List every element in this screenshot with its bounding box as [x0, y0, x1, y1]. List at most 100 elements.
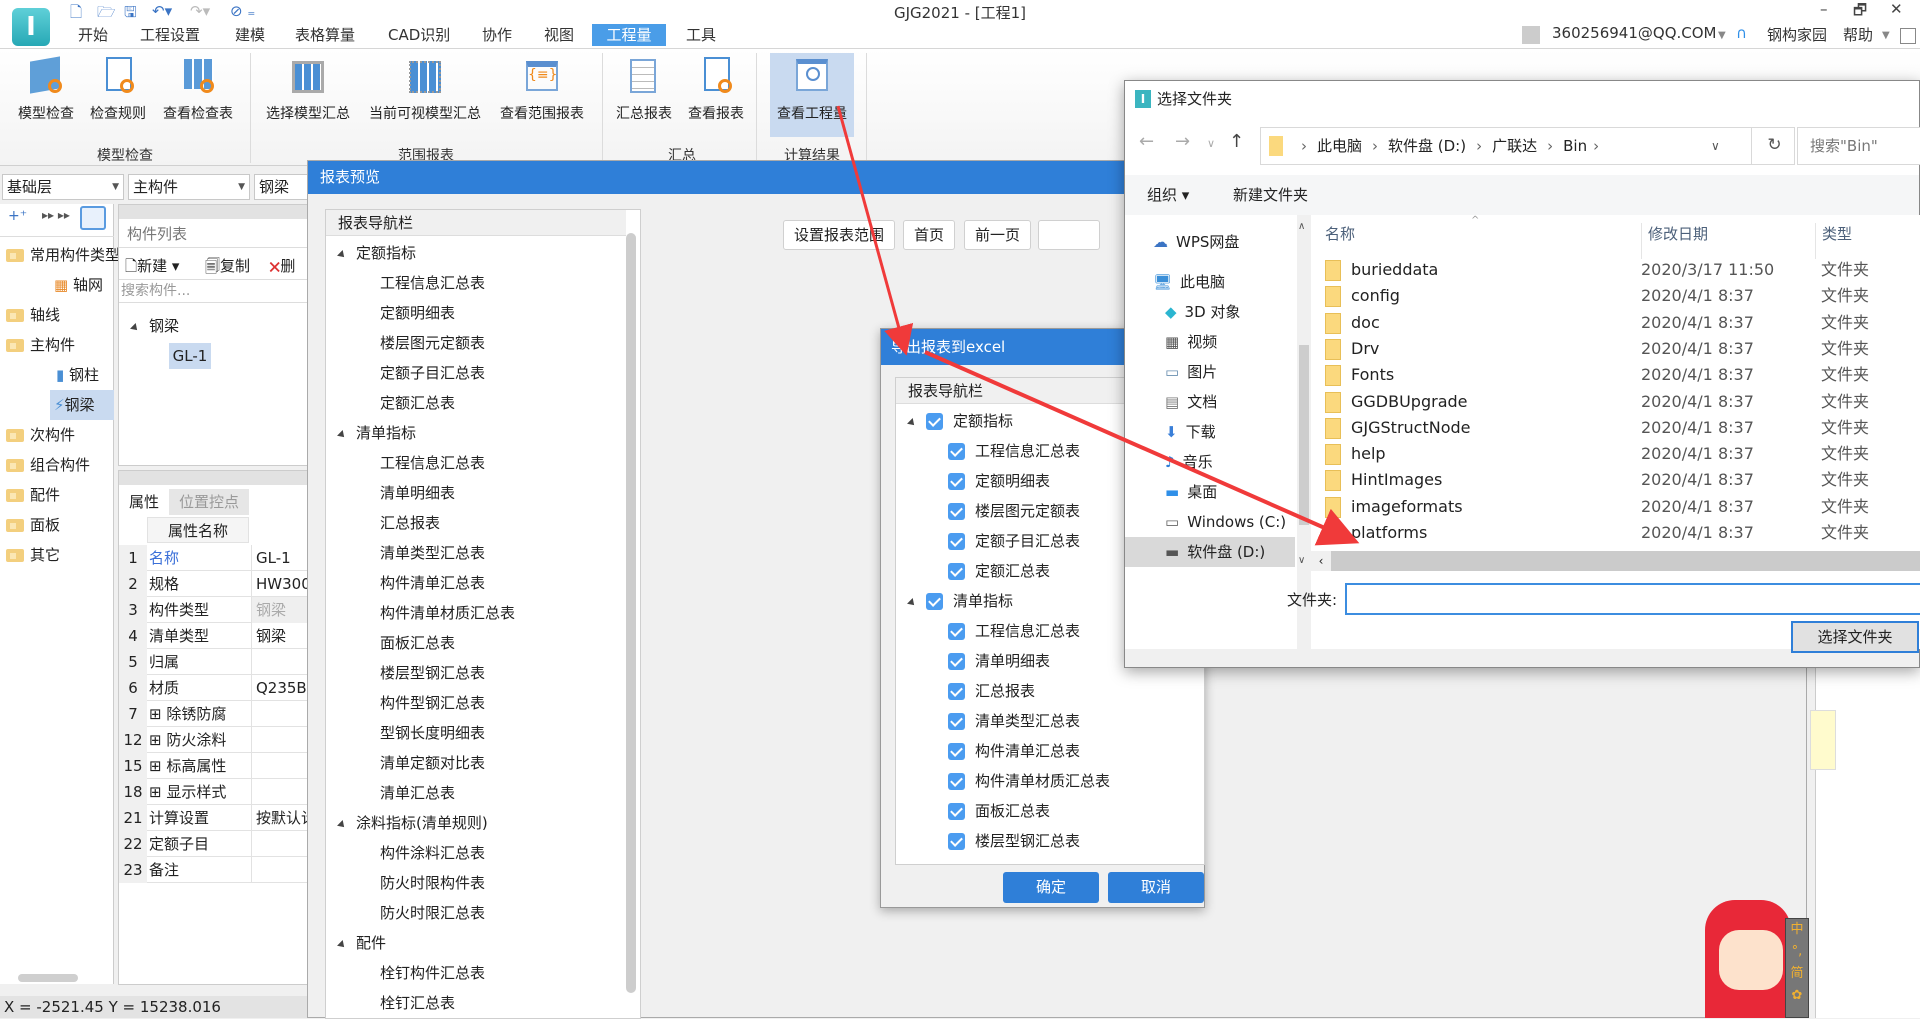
first-page-button[interactable]: 首页 — [903, 220, 956, 250]
file-row[interactable]: GGDBUpgrade 2020/4/1 8:37 文件夹 — [1311, 389, 1920, 415]
property-row[interactable]: 15 ⊞ 标高属性 — [119, 753, 309, 779]
tab-control-points[interactable]: 位置控点 — [169, 489, 249, 515]
tree-item-secondary[interactable]: 次构件 — [0, 420, 75, 450]
property-value[interactable]: 钢梁 — [251, 597, 311, 623]
report-tree-item[interactable]: 楼层型钢汇总表 — [380, 658, 485, 688]
tree-item-others[interactable]: 其它 — [0, 540, 60, 570]
avatar[interactable] — [1522, 26, 1540, 44]
export-tree-item[interactable]: 面板汇总表 — [948, 796, 1050, 826]
file-row[interactable]: HintImages 2020/4/1 8:37 文件夹 — [1311, 467, 1920, 493]
export-tree-item[interactable]: 工程信息汇总表 — [948, 436, 1080, 466]
report-tree-item[interactable]: 防火时限构件表 — [380, 868, 485, 898]
view-quantity-button[interactable]: 查看工程量 — [770, 53, 854, 137]
component-search-input[interactable]: 搜索构件... — [119, 279, 309, 303]
property-value[interactable] — [251, 727, 311, 753]
ok-button[interactable]: 确定 — [1003, 872, 1099, 903]
tab-collab[interactable]: 协作 — [472, 24, 522, 46]
property-value[interactable]: GL-1 — [251, 545, 311, 571]
sidebar-item[interactable]: ♪ 音乐 — [1125, 447, 1295, 477]
checkbox-checked[interactable] — [926, 413, 943, 430]
floor-select[interactable]: 基础层 ▼ — [2, 174, 124, 200]
add-icon[interactable]: +⁺ — [8, 208, 27, 224]
report-tree-item[interactable]: 工程信息汇总表 — [380, 268, 485, 298]
collapse-ribbon-icon[interactable] — [1900, 28, 1916, 44]
export-tree-item[interactable]: 楼层图元定额表 — [948, 496, 1080, 526]
sidebar-item[interactable]: ☁ WPS网盘 — [1125, 227, 1295, 257]
checkbox-checked[interactable] — [948, 833, 965, 850]
export-tree-item[interactable]: 清单类型汇总表 — [948, 706, 1080, 736]
report-tree-item[interactable]: 定额明细表 — [380, 298, 455, 328]
checkbox-checked[interactable] — [948, 743, 965, 760]
property-row[interactable]: 23 备注 — [119, 857, 309, 883]
property-row[interactable]: 4 清单类型 钢梁 — [119, 623, 309, 649]
tree-item-axis-line[interactable]: 轴线 — [0, 300, 60, 330]
export-tree-item[interactable]: 定额汇总表 — [948, 556, 1050, 586]
breadcrumb-item[interactable]: › Bin — [1543, 137, 1587, 155]
report-tree-item[interactable]: 清单定额对比表 — [380, 748, 485, 778]
report-tree-item[interactable]: 楼层图元定额表 — [380, 328, 485, 358]
report-tree-group[interactable]: 定额指标 — [337, 238, 416, 268]
checkbox-checked[interactable] — [948, 533, 965, 550]
property-row[interactable]: 12 ⊞ 防火涂料 — [119, 727, 309, 753]
file-row[interactable]: Fonts 2020/4/1 8:37 文件夹 — [1311, 362, 1920, 388]
ime-mascot[interactable]: 中 °, 简 ✿ — [1705, 888, 1815, 1018]
category-select[interactable]: 主构件 ▼ — [128, 174, 250, 200]
property-value[interactable] — [251, 857, 311, 883]
view-check-table-button[interactable]: 查看检查表 — [158, 55, 238, 123]
file-row[interactable]: doc 2020/4/1 8:37 文件夹 — [1311, 310, 1920, 336]
export-tree-item[interactable]: 定额子目汇总表 — [948, 526, 1080, 556]
view-report-button[interactable]: 查看报表 — [684, 55, 748, 123]
chevron-down-icon[interactable]: ▼ — [1882, 30, 1890, 41]
sidebar-item[interactable]: ▬ 软件盘 (D:) — [1125, 537, 1295, 567]
refresh-icon[interactable]: ↻ — [1751, 127, 1797, 165]
tree-item-steel-column[interactable]: ▮ 钢柱 — [56, 360, 99, 390]
new-button[interactable]: 🗋新建 ▾ — [125, 255, 179, 281]
tab-cad[interactable]: CAD识别 — [378, 24, 460, 46]
horizontal-scrollbar[interactable] — [18, 974, 78, 982]
report-tree-item[interactable]: 工程信息汇总表 — [380, 448, 485, 478]
back-arrow-icon[interactable]: ← — [1139, 131, 1154, 152]
property-value[interactable]: 按默认计 — [251, 805, 311, 831]
delete-button[interactable]: 🗙删 — [269, 255, 295, 281]
report-tree-item[interactable]: 清单类型汇总表 — [380, 538, 485, 568]
export-tree-group[interactable]: 清单指标 — [907, 586, 1013, 616]
tree-item-steel-beam[interactable]: ⚡钢梁 — [50, 390, 114, 420]
model-check-button[interactable]: 模型检查 — [10, 55, 82, 123]
property-row[interactable]: 21 计算设置 按默认计 — [119, 805, 311, 831]
folder-path-input[interactable] — [1345, 583, 1920, 615]
breadcrumb-item[interactable]: › 广联达 — [1472, 137, 1537, 155]
report-tree-group[interactable]: 配件 — [337, 928, 386, 958]
ime-status-bar[interactable]: 中 °, 简 ✿ — [1785, 918, 1809, 1018]
export-tree-group[interactable]: 定额指标 — [907, 406, 1013, 436]
column-type[interactable]: 类型 — [1815, 223, 1852, 259]
restore-icon[interactable]: 🗗 — [1853, 0, 1867, 25]
sidebar-item[interactable]: 🖥 此电脑 — [1125, 267, 1295, 297]
export-tree-item[interactable]: 构件清单汇总表 — [948, 736, 1080, 766]
export-tree-item[interactable]: 楼层型钢汇总表 — [948, 826, 1080, 856]
tab-quantity[interactable]: 工程量 — [592, 24, 666, 46]
tree-item-main[interactable]: 主构件 — [0, 330, 75, 360]
report-tree-item[interactable]: 清单汇总表 — [380, 778, 455, 808]
component-item-selected[interactable]: GL-1 — [169, 343, 211, 369]
address-dropdown-icon[interactable]: ∨ — [1711, 128, 1720, 164]
select-model-summary-button[interactable]: 选择模型汇总 — [260, 55, 356, 123]
breadcrumb-item[interactable]: › 此电脑 — [1297, 137, 1362, 155]
report-tree-item[interactable]: 汇总报表 — [380, 508, 440, 538]
column-name[interactable]: 名称 — [1325, 223, 1355, 244]
chevron-down-icon[interactable]: ▼ — [1718, 30, 1726, 41]
headset-icon[interactable]: ∩ — [1736, 24, 1747, 42]
cancel-button[interactable]: 取消 — [1108, 872, 1204, 903]
close-icon[interactable]: ✕ — [1890, 0, 1903, 18]
checkbox-checked[interactable] — [948, 473, 965, 490]
report-tree-item[interactable]: 栓钉构件汇总表 — [380, 958, 485, 988]
property-value[interactable] — [251, 831, 311, 857]
report-tree-group[interactable]: 清单指标 — [337, 418, 416, 448]
property-value[interactable] — [251, 649, 311, 675]
report-tree-item[interactable]: 型钢长度明细表 — [380, 718, 485, 748]
user-account[interactable]: 360256941@QQ.COM — [1552, 24, 1717, 42]
address-bar[interactable]: › 此电脑 › 软件盘 (D:) › 广联达 › Bin › ∨ — [1260, 127, 1795, 165]
copy-button[interactable]: 🗐复制 — [205, 255, 250, 281]
property-value[interactable] — [251, 701, 311, 727]
page-number-input[interactable] — [1038, 220, 1100, 250]
tab-modeling[interactable]: 建模 — [225, 24, 275, 46]
